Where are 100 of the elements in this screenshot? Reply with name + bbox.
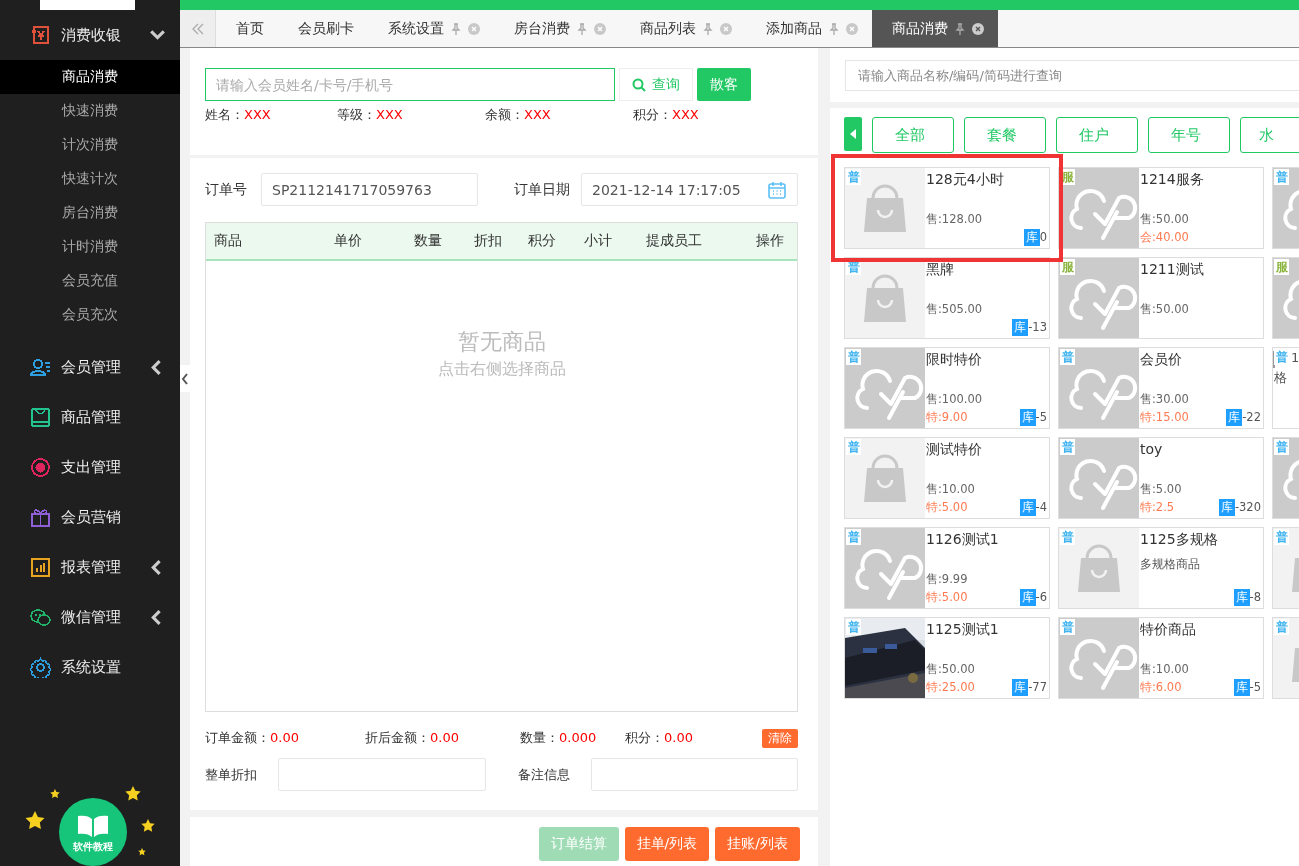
special-price: 特:6.00 bbox=[1140, 679, 1182, 695]
type-tag: 普 bbox=[1274, 439, 1289, 455]
type-tag: 普 bbox=[846, 439, 861, 455]
product-card[interactable]: 普 特价商品 售:10.00 特:6.00 库 -5 bbox=[1058, 617, 1264, 699]
product-name: 限时特价 bbox=[926, 351, 983, 369]
product-card[interactable]: 普 1 格 bbox=[1272, 347, 1299, 429]
menu-section[interactable]: 会员管理 bbox=[0, 342, 180, 392]
product-card[interactable]: 普 1126测试1 售:9.99 特:5.00 库 -6 bbox=[844, 527, 1050, 609]
order-date-field[interactable]: 2021-12-14 17:17:05 bbox=[581, 173, 798, 206]
product-card[interactable]: 服 1214服务 售:50.00 会:40.00 bbox=[1058, 167, 1264, 249]
tab[interactable]: 商品消费 bbox=[872, 10, 998, 47]
submenu-item[interactable]: 计时消费 bbox=[0, 230, 180, 264]
column-header: 小计 bbox=[584, 232, 613, 250]
cloud-logo-icon bbox=[845, 348, 925, 428]
product-card[interactable]: 普 1125测试1 售:50.00 特:25.00 库 -77 bbox=[844, 617, 1050, 699]
cloud-logo-icon bbox=[1059, 258, 1139, 338]
submenu-item[interactable]: 房台消费 bbox=[0, 196, 180, 230]
collapse-button[interactable] bbox=[180, 365, 190, 392]
menu-label: 消费收银 bbox=[61, 25, 122, 45]
sale-price: 售:50.00 bbox=[1140, 210, 1190, 228]
summary-item: 积分：0.00 bbox=[625, 729, 694, 747]
menu-section[interactable]: 微信管理 bbox=[0, 592, 180, 642]
cloud-logo-icon bbox=[1059, 438, 1139, 518]
summary-item: 订单金额：0.00 bbox=[205, 729, 300, 747]
bag-icon bbox=[845, 438, 925, 518]
special-price: 特:9.00 bbox=[926, 409, 968, 425]
tab[interactable]: 添加商品 bbox=[746, 10, 872, 47]
product-card[interactable]: 普 测试特价 售:10.00 特:5.00 库 -4 bbox=[844, 437, 1050, 519]
type-tag: 普 bbox=[846, 169, 861, 185]
menu-label: 支出管理 bbox=[61, 457, 122, 477]
submenu-item[interactable]: 会员充次 bbox=[0, 298, 180, 332]
triangle-left-icon bbox=[850, 129, 856, 139]
menu-section[interactable]: 商品管理 bbox=[0, 392, 180, 442]
sale-price: 售:100.00 bbox=[926, 390, 984, 408]
tab[interactable]: 商品列表 bbox=[620, 10, 746, 47]
sale-price: 售:128.00 bbox=[926, 210, 984, 228]
menu-label: 报表管理 bbox=[61, 557, 122, 577]
pin-icon[interactable] bbox=[828, 22, 840, 35]
stock-badge: 库 bbox=[1233, 678, 1250, 696]
cloud-logo-icon bbox=[845, 528, 925, 608]
stock-count: -6 bbox=[1035, 590, 1047, 604]
stock-count: 0 bbox=[1039, 230, 1047, 244]
product-card[interactable]: 普 toy 售:5.00 特:2.5 库 -320 bbox=[1058, 437, 1264, 519]
product-card[interactable]: 普 限时特价 售:100.00 特:9.00 库 -5 bbox=[844, 347, 1050, 429]
special-price: 特:5.00 bbox=[926, 589, 968, 605]
type-tag: 普 bbox=[1274, 349, 1289, 365]
special-price: 会:40.00 bbox=[1140, 229, 1189, 245]
pin-icon[interactable] bbox=[576, 22, 588, 35]
pin-icon[interactable] bbox=[450, 22, 462, 35]
submenu-item[interactable]: 快速消费 bbox=[0, 94, 180, 128]
sale-price: 售:9.99 bbox=[926, 570, 969, 588]
tab[interactable]: 会员刷卡 bbox=[278, 10, 368, 47]
submenu-item[interactable]: 会员充值 bbox=[0, 264, 180, 298]
stock-count: -77 bbox=[1028, 680, 1047, 694]
member-info: 余额：XXX bbox=[485, 106, 552, 124]
tab[interactable]: 系统设置 bbox=[368, 10, 494, 47]
menu-section[interactable]: 报表管理 bbox=[0, 542, 180, 592]
menu-label: 会员管理 bbox=[61, 357, 122, 377]
special-price: 特:25.00 bbox=[926, 679, 975, 695]
submenu-item[interactable]: 商品消费 bbox=[0, 60, 180, 94]
column-header: 操作 bbox=[756, 232, 785, 250]
stock-count: -5 bbox=[1035, 410, 1047, 424]
member-search-field[interactable]: 请输入会员姓名/卡号/手机号 bbox=[205, 68, 615, 101]
stock-badge: 库 bbox=[1233, 588, 1250, 606]
discount-field[interactable] bbox=[278, 758, 486, 791]
product-card[interactable]: 普 1125多规格 多规格商品 库 -8 bbox=[1058, 527, 1264, 609]
pin-icon[interactable] bbox=[954, 22, 966, 35]
close-icon[interactable] bbox=[972, 22, 984, 35]
product-name: 1125多规格 bbox=[1140, 531, 1219, 549]
empty-title: 暂无商品 bbox=[457, 328, 546, 356]
goods-search-field[interactable]: 请输入商品名称/编码/简码进行查询 bbox=[845, 60, 1299, 91]
menu-section[interactable]: 会员营销 bbox=[0, 492, 180, 542]
calendar-icon bbox=[767, 179, 787, 200]
member-info: 姓名：XXX bbox=[205, 106, 272, 124]
menu-section[interactable]: 支出管理 bbox=[0, 442, 180, 492]
tab[interactable]: 首页 bbox=[216, 10, 278, 47]
scroll-left-button[interactable] bbox=[180, 10, 216, 47]
type-tag: 普 bbox=[1060, 439, 1075, 455]
pin-icon[interactable] bbox=[702, 22, 714, 35]
menu-section[interactable]: 系统设置 bbox=[0, 642, 180, 692]
order-number-field[interactable]: SP2112141717059763 bbox=[261, 173, 478, 206]
stock-badge: 库 bbox=[1023, 228, 1040, 246]
sale-price: 售:10.00 bbox=[926, 480, 976, 498]
product-name: 黑牌 bbox=[926, 261, 955, 279]
submenu-item[interactable]: 计次消费 bbox=[0, 128, 180, 162]
member-info: 等级：XXX bbox=[337, 106, 404, 124]
stock-count: -4 bbox=[1035, 500, 1047, 514]
field-label: 整单折扣 bbox=[205, 765, 258, 784]
stock-badge: 库 bbox=[1019, 408, 1036, 426]
type-tag: 服 bbox=[1274, 259, 1289, 275]
menu-section[interactable]: 消费收银 bbox=[0, 10, 180, 60]
tab[interactable]: 房台消费 bbox=[494, 10, 620, 47]
product-card[interactable]: 普 128元4小时 售:128.00 库 0 bbox=[844, 167, 1050, 249]
column-header: 折扣 bbox=[474, 232, 503, 250]
product-card[interactable]: 服 1211测试 售:50.00 bbox=[1058, 257, 1264, 339]
category-back-button[interactable] bbox=[844, 117, 862, 151]
product-card[interactable]: 普 会员价 售:30.00 特:15.00 库 -22 bbox=[1058, 347, 1264, 429]
submenu-item[interactable]: 快速计次 bbox=[0, 162, 180, 196]
remark-field[interactable] bbox=[591, 758, 798, 791]
type-tag: 普 bbox=[1274, 169, 1289, 185]
